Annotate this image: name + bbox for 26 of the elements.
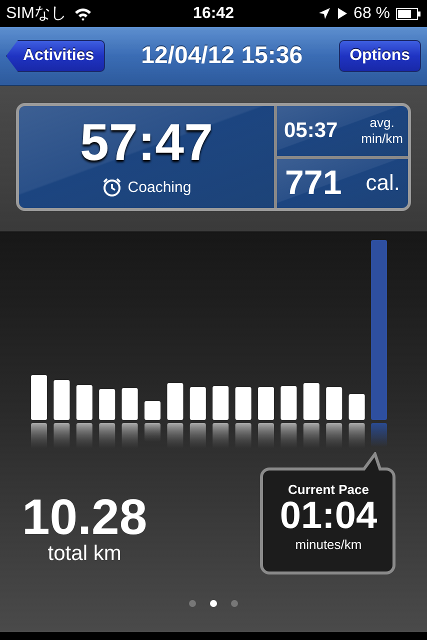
clock-time: 16:42 (193, 4, 234, 22)
distance-value: 10.28 (22, 492, 148, 542)
page-dot[interactable] (231, 600, 238, 607)
wifi-icon (74, 6, 92, 20)
current-pace-value: 01:04 (280, 497, 378, 537)
calories-unit: cal. (366, 170, 400, 196)
distance-unit: total km (48, 542, 122, 566)
calories-value: 771 (285, 164, 342, 203)
back-button[interactable]: Activities (6, 40, 106, 72)
current-pace-unit: minutes/km (295, 536, 362, 552)
battery-percentage: 68 % (354, 4, 390, 22)
carrier-label: SIMなし (6, 4, 66, 24)
battery-icon (396, 8, 422, 20)
location-arrow-icon (318, 7, 331, 20)
current-pace-label: Current Pace (288, 482, 369, 497)
play-icon (336, 7, 348, 20)
options-button[interactable]: Options (338, 40, 421, 72)
pace-unit: min/km (361, 130, 403, 146)
coaching-label: Coaching (128, 178, 192, 196)
average-label: avg. (370, 115, 394, 131)
timer-icon (102, 177, 122, 197)
page-dot[interactable] (210, 600, 217, 607)
nav-title: 12/04/12 15:36 (141, 42, 303, 70)
duration-value: 57:47 (80, 117, 213, 169)
average-pace-value: 05:37 (284, 118, 338, 143)
page-dot[interactable] (189, 600, 196, 607)
